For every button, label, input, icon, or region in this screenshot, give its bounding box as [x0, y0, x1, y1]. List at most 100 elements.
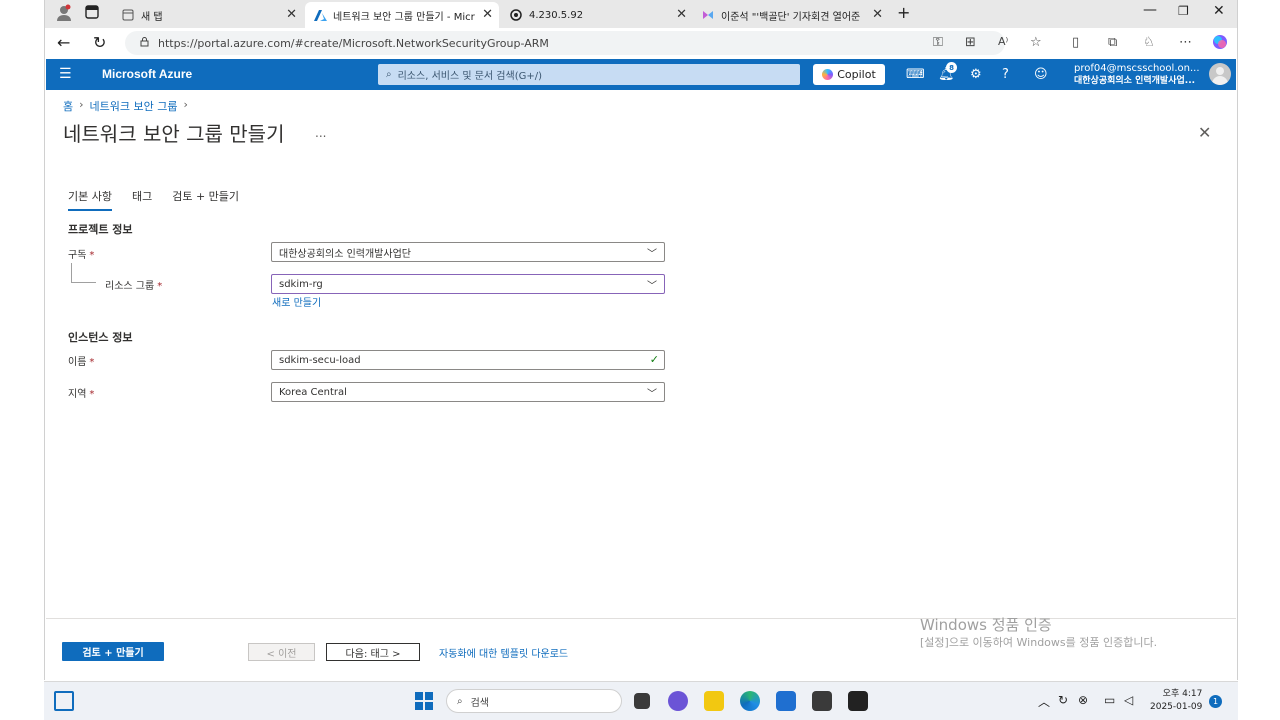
teams-icon[interactable] [668, 691, 688, 711]
extensions-icon[interactable]: ♘ [1143, 35, 1155, 50]
close-icon[interactable]: ✕ [676, 7, 687, 22]
chevron-up-icon[interactable]: ︿ [1038, 693, 1050, 710]
tab-nsg-create[interactable]: 네트워크 보안 그룹 만들기 - Micr ✕ [305, 2, 499, 28]
name-input[interactable]: sdkim-secu-load ✓ [271, 350, 665, 370]
restore-icon[interactable]: ❐ [1178, 4, 1189, 18]
key-icon[interactable]: ⚿ [933, 35, 943, 50]
clock[interactable]: 오후 4:17 2025-01-09 [1150, 688, 1202, 714]
tab-basics[interactable]: 기본 사항 [68, 188, 112, 211]
activation-watermark-title: Windows 정품 인증 [920, 616, 1052, 634]
account-info[interactable]: prof04@mscsschool.on... 대한상공회의소 인력개발사업..… [1074, 63, 1200, 87]
create-new-link[interactable]: 새로 만들기 [272, 294, 321, 309]
name-value: sdkim-secu-load [279, 354, 361, 366]
tree-connector [71, 263, 72, 282]
minimize-icon[interactable]: — [1143, 2, 1157, 18]
download-template-link[interactable]: 자동화에 대한 템플릿 다운로드 [439, 645, 568, 660]
activation-watermark-text: [설정]으로 이동하여 Windows를 정품 인증합니다. [920, 636, 1158, 649]
address-bar[interactable]: https://portal.azure.com/#create/Microso… [125, 31, 1005, 55]
tab-news[interactable]: 이준석 "'백골단' 기자회견 열어준 ✕ [693, 2, 889, 28]
copilot-label: Copilot [837, 68, 876, 81]
region-value: Korea Central [279, 386, 347, 398]
tab-review-create[interactable]: 검토 + 만들기 [172, 188, 239, 211]
tab-tags[interactable]: 태그 [132, 188, 152, 211]
file-explorer-icon[interactable] [704, 691, 724, 711]
back-icon[interactable]: ← [57, 33, 70, 52]
azure-search-input[interactable]: ⌕ 리소스, 서비스 및 문서 검색(G+/) [378, 64, 800, 85]
terminal-icon[interactable] [848, 691, 868, 711]
widgets-icon[interactable] [54, 691, 74, 711]
review-create-button[interactable]: 검토 + 만들기 [62, 642, 164, 661]
browser-window: 새 탭 ✕ 네트워크 보안 그룹 만들기 - Micr ✕ 4.230.5.92… [44, 0, 1238, 680]
volume-icon[interactable]: ◁ [1124, 693, 1133, 707]
azure-header: ☰ Microsoft Azure ⌕ 리소스, 서비스 및 문서 검색(G+/… [46, 59, 1236, 90]
url-text: https://portal.azure.com/#create/Microso… [158, 36, 549, 50]
azure-icon [313, 8, 327, 22]
tree-connector [71, 282, 96, 283]
feedback-icon[interactable]: ☺ [1034, 67, 1048, 82]
subscription-label: 구독 * [68, 250, 95, 261]
azure-brand[interactable]: Microsoft Azure [102, 67, 192, 81]
apps-icon[interactable]: ⊞ [965, 35, 976, 50]
desktop: 새 탭 ✕ 네트워크 보안 그룹 만들기 - Micr ✕ 4.230.5.92… [0, 0, 1280, 720]
close-icon[interactable]: ✕ [286, 7, 297, 22]
help-icon[interactable]: ? [1002, 67, 1009, 82]
copilot-button[interactable]: Copilot [813, 64, 885, 85]
copilot-sidebar-icon[interactable] [1211, 33, 1229, 55]
workspaces-icon[interactable] [85, 5, 99, 23]
collections-icon[interactable]: ⧉ [1108, 35, 1117, 50]
task-view-icon[interactable] [634, 693, 650, 709]
page-title: 네트워크 보안 그룹 만들기 [63, 122, 285, 146]
tab-title: 이준석 "'백골단' 기자회견 열어준 [721, 11, 861, 23]
region-select[interactable]: Korea Central ﹀ [271, 382, 665, 402]
tab-strip: 새 탭 ✕ 네트워크 보안 그룹 만들기 - Micr ✕ 4.230.5.92… [45, 0, 1237, 28]
next-tags-button[interactable]: 다음: 태그 > [326, 643, 420, 661]
cloud-shell-icon[interactable]: ⌨ [906, 67, 925, 82]
time: 오후 4:17 [1162, 689, 1203, 699]
snipping-tool-icon[interactable] [812, 691, 832, 711]
close-icon[interactable]: ✕ [480, 7, 493, 22]
start-windows-icon[interactable] [414, 691, 434, 711]
chevron-down-icon: ﹀ [647, 249, 657, 260]
chevron-right-icon: › [183, 98, 188, 111]
close-icon[interactable]: ✕ [870, 7, 883, 22]
search-icon: ⌕ [386, 69, 392, 80]
account-email: prof04@mscsschool.on... [1074, 63, 1200, 74]
read-aloud-icon[interactable]: A⁾ [998, 35, 1008, 48]
breadcrumb-home[interactable]: 홈 [63, 98, 73, 114]
site-info-icon[interactable] [139, 36, 150, 50]
tab-remote[interactable]: 4.230.5.92 ✕ [501, 2, 693, 28]
resource-group-select[interactable]: sdkim-rg ﹀ [271, 274, 665, 294]
footer-divider [46, 618, 1236, 619]
search-placeholder: 리소스, 서비스 및 문서 검색(G+/) [397, 71, 543, 82]
notification-count-badge[interactable]: 1 [1209, 695, 1222, 708]
tab-new-tab[interactable]: 새 탭 ✕ [113, 2, 303, 28]
taskbar-search-input[interactable]: ⌕ 검색 [446, 689, 622, 713]
avatar[interactable] [1209, 63, 1231, 85]
split-screen-icon[interactable]: ▯ [1072, 35, 1079, 50]
menu-more-icon[interactable]: ⋯ [1179, 35, 1192, 50]
subscription-select[interactable]: 대한상공회의소 인력개발사업단 ﹀ [271, 242, 665, 262]
store-icon[interactable] [776, 691, 796, 711]
sync-icon[interactable]: ↻ [1058, 693, 1068, 707]
new-tab-button[interactable]: + [897, 3, 910, 22]
tab-title: 네트워크 보안 그룹 만들기 - Micr [333, 11, 475, 23]
refresh-icon[interactable]: ↻ [93, 33, 106, 52]
breadcrumb-nsg[interactable]: 네트워크 보안 그룹 [90, 98, 178, 114]
edge-icon[interactable] [740, 691, 760, 711]
favorite-icon[interactable]: ☆ [1030, 35, 1042, 50]
window-close-icon[interactable]: ✕ [1213, 3, 1225, 19]
profile-icon[interactable] [55, 4, 73, 26]
taskbar: ⌕ 검색 ︿ ↻ ⊗ ▭ ◁ 오후 4:17 2025-01-09 1 [44, 681, 1238, 720]
close-blade-icon[interactable]: ✕ [1198, 123, 1211, 142]
tab-title: 4.230.5.92 [529, 9, 584, 21]
region-label: 지역 * [68, 389, 95, 400]
error-icon[interactable]: ⊗ [1078, 693, 1088, 707]
settings-gear-icon[interactable]: ⚙ [970, 67, 982, 82]
hamburger-menu-icon[interactable]: ☰ [59, 66, 72, 82]
network-icon[interactable]: ▭ [1104, 693, 1115, 707]
search-icon: ⌕ [457, 695, 463, 707]
remote-desktop-icon [509, 8, 523, 22]
wizard-tabs: 기본 사항 태그 검토 + 만들기 [68, 188, 239, 211]
more-options-button[interactable]: ... [315, 126, 326, 140]
tab-title: 새 탭 [141, 11, 163, 23]
